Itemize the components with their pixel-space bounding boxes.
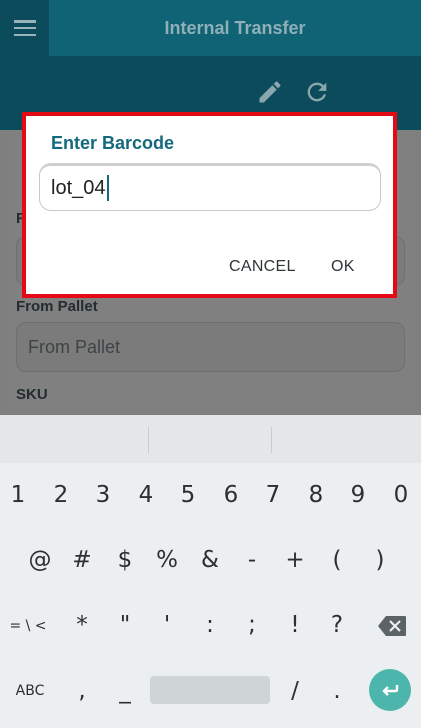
cancel-button[interactable]: CANCEL	[229, 258, 296, 276]
backspace-icon[interactable]	[377, 615, 407, 637]
key-8[interactable]: 8	[301, 482, 331, 508]
key-symbols-more[interactable]: = \ <	[6, 618, 50, 634]
key-double-quote[interactable]: "	[110, 612, 140, 638]
key-plus[interactable]: +	[280, 547, 310, 573]
key-2[interactable]: 2	[46, 482, 76, 508]
key-colon[interactable]: :	[195, 612, 225, 638]
suggestion-divider	[148, 427, 149, 453]
key-minus[interactable]: -	[237, 547, 267, 573]
menu-button[interactable]	[0, 0, 49, 56]
keyboard: 1 2 3 4 5 6 7 8 9 0 @ # $ % & - + ( ) = …	[0, 415, 421, 728]
key-comma[interactable]: ,	[67, 678, 97, 704]
key-slash[interactable]: /	[280, 678, 310, 704]
key-close-paren[interactable]: )	[365, 547, 395, 573]
from-pallet-label: From Pallet	[16, 298, 98, 315]
key-1[interactable]: 1	[3, 482, 33, 508]
key-at[interactable]: @	[25, 547, 55, 573]
title-area: Internal Transfer	[49, 0, 421, 56]
barcode-dialog: Enter Barcode lot_04 CANCEL OK	[22, 112, 397, 298]
key-4[interactable]: 4	[131, 482, 161, 508]
hamburger-icon	[13, 20, 36, 36]
key-dollar[interactable]: $	[110, 547, 140, 573]
key-underscore[interactable]: _	[110, 678, 140, 704]
key-6[interactable]: 6	[216, 482, 246, 508]
dialog-title: Enter Barcode	[51, 133, 175, 153]
page-title: Internal Transfer	[164, 17, 306, 38]
key-hash[interactable]: #	[67, 547, 97, 573]
key-single-quote[interactable]: '	[152, 612, 182, 638]
refresh-icon[interactable]	[303, 78, 331, 106]
edit-icon[interactable]	[256, 78, 284, 106]
key-period[interactable]: .	[322, 678, 352, 704]
sku-label: SKU	[16, 386, 48, 403]
key-question[interactable]: ?	[322, 612, 352, 638]
key-open-paren[interactable]: (	[322, 547, 352, 573]
suggestion-strip	[0, 415, 421, 463]
key-5[interactable]: 5	[173, 482, 203, 508]
key-3[interactable]: 3	[88, 482, 118, 508]
enter-key[interactable]	[369, 669, 411, 711]
key-percent[interactable]: %	[152, 547, 182, 573]
barcode-input-value: lot_04	[51, 176, 106, 199]
key-exclamation[interactable]: !	[280, 612, 310, 638]
space-bar[interactable]	[150, 676, 270, 704]
from-pallet-placeholder: From Pallet	[28, 336, 121, 357]
app-bar: Internal Transfer	[0, 0, 421, 56]
ok-button[interactable]: OK	[331, 258, 355, 276]
barcode-input[interactable]: lot_04	[39, 163, 381, 211]
key-0[interactable]: 0	[386, 482, 416, 508]
key-asterisk[interactable]: *	[67, 612, 97, 638]
enter-icon	[382, 685, 399, 696]
key-9[interactable]: 9	[343, 482, 373, 508]
key-7[interactable]: 7	[258, 482, 288, 508]
key-abc[interactable]: ABC	[7, 683, 53, 699]
from-pallet-field[interactable]: From Pallet	[16, 322, 405, 372]
text-caret	[106, 175, 109, 201]
key-ampersand[interactable]: &	[195, 547, 225, 573]
key-semicolon[interactable]: ;	[237, 612, 267, 638]
suggestion-divider	[271, 427, 272, 453]
